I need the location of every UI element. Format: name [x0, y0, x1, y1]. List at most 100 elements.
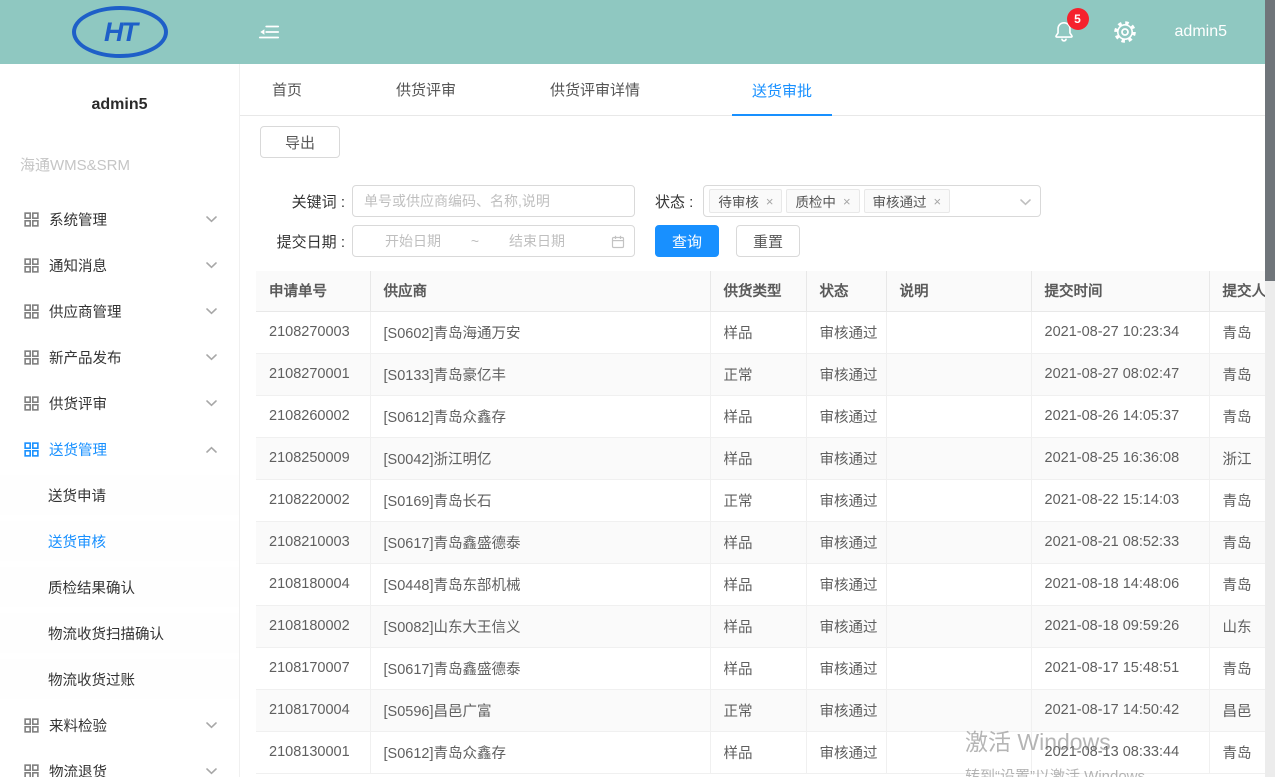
tab-supply-review[interactable]: 供货评审	[394, 79, 458, 115]
table-row[interactable]: 2108180002 [S0082]山东大王信义 样品 审核通过 2021-08…	[256, 605, 1275, 647]
cell-order-no: 2108270001	[256, 353, 370, 395]
cell-note	[886, 605, 1031, 647]
logo-text: HT	[104, 17, 136, 48]
cell-order-no: 2108180002	[256, 605, 370, 647]
notification-bell-icon[interactable]: 5	[1053, 20, 1075, 44]
cell-note	[886, 479, 1031, 521]
sidebar-subitem-delivery-application[interactable]: 送货申请	[0, 475, 239, 515]
col-submit-time: 提交时间	[1031, 271, 1209, 311]
cell-supply-type: 样品	[710, 311, 806, 353]
main-content: 首页 供货评审 供货评审详情 送货审批 导出 关键词 : 状态 : 待审核 × …	[240, 64, 1275, 777]
header-username[interactable]: admin5	[1175, 23, 1227, 41]
tab-delivery-approval[interactable]: 送货审批	[732, 80, 832, 116]
table-row[interactable]: 2108180004 [S0448]青岛东部机械 样品 审核通过 2021-08…	[256, 563, 1275, 605]
cell-note	[886, 731, 1031, 773]
settings-gear-icon[interactable]	[1113, 20, 1137, 44]
table-row[interactable]: 2108170007 [S0617]青岛鑫盛德泰 样品 审核通过 2021-08…	[256, 647, 1275, 689]
cell-order-no: 2108250009	[256, 437, 370, 479]
status-tag: 待审核 ×	[709, 189, 782, 213]
table-row[interactable]: 2108270001 [S0133]青岛豪亿丰 正常 审核通过 2021-08-…	[256, 353, 1275, 395]
reset-button[interactable]: 重置	[736, 225, 800, 257]
cell-supply-type: 样品	[710, 647, 806, 689]
cell-supplier: [S0082]山东大王信义	[370, 605, 710, 647]
cell-order-no: 2108220002	[256, 479, 370, 521]
date-range-picker[interactable]: ~	[352, 225, 635, 257]
cell-supply-type: 正常	[710, 479, 806, 521]
sidebar-item-logistics-return[interactable]: 物流退货	[0, 751, 239, 777]
export-button[interactable]: 导出	[260, 126, 340, 158]
cell-order-no: 2108170004	[256, 689, 370, 731]
notification-badge: 5	[1068, 9, 1088, 29]
cell-supplier: [S0169]青岛长石	[370, 479, 710, 521]
sidebar-item-supplier-management[interactable]: 供应商管理	[0, 291, 239, 331]
window-scrollbar[interactable]	[1265, 0, 1275, 777]
cell-status: 审核通过	[806, 563, 886, 605]
results-table: 申请单号 供应商 供货类型 状态 说明 提交时间 提交人 2108270003 …	[256, 271, 1275, 774]
sidebar-subitem-delivery-review[interactable]: 送货审核	[0, 521, 239, 561]
tab-home[interactable]: 首页	[270, 79, 304, 115]
grid-icon	[24, 258, 39, 273]
cell-note	[886, 521, 1031, 563]
cell-order-no: 2108270003	[256, 311, 370, 353]
start-date-input[interactable]	[361, 233, 465, 249]
cell-supplier: [S0596]昌邑广富	[370, 689, 710, 731]
sidebar-menu: 系统管理 通知消息 供应商管理 新产品发布 供货评审 送货管理	[0, 199, 239, 777]
cell-submit-time: 2021-08-13 08:33:44	[1031, 731, 1209, 773]
tab-supply-review-detail[interactable]: 供货评审详情	[548, 79, 642, 115]
sidebar-item-system-management[interactable]: 系统管理	[0, 199, 239, 239]
sidebar-system-title: 海通WMS&SRM	[20, 154, 239, 175]
sidebar-item-supply-review[interactable]: 供货评审	[0, 383, 239, 423]
sidebar-subitem-qc-result-confirm[interactable]: 质检结果确认	[0, 567, 239, 607]
cell-note	[886, 311, 1031, 353]
table-row[interactable]: 2108130001 [S0612]青岛众鑫存 样品 审核通过 2021-08-…	[256, 731, 1275, 773]
grid-icon	[24, 442, 39, 457]
sidebar-item-incoming-inspection[interactable]: 来料检验	[0, 705, 239, 745]
table-row[interactable]: 2108260002 [S0612]青岛众鑫存 样品 审核通过 2021-08-…	[256, 395, 1275, 437]
menu-fold-icon[interactable]	[258, 21, 280, 43]
search-button[interactable]: 查询	[655, 225, 719, 257]
sidebar-item-new-product-release[interactable]: 新产品发布	[0, 337, 239, 377]
cell-note	[886, 437, 1031, 479]
cell-submit-time: 2021-08-21 08:52:33	[1031, 521, 1209, 563]
cell-status: 审核通过	[806, 311, 886, 353]
status-tag: 审核通过 ×	[864, 189, 951, 213]
cell-submit-time: 2021-08-17 14:50:42	[1031, 689, 1209, 731]
sidebar-subitem-logistics-receipt-scan-confirm[interactable]: 物流收货扫描确认	[0, 613, 239, 653]
sidebar-item-delivery-management[interactable]: 送货管理	[0, 429, 239, 469]
cell-submit-time: 2021-08-17 15:48:51	[1031, 647, 1209, 689]
status-multiselect[interactable]: 待审核 × 质检中 × 审核通过 ×	[703, 185, 1041, 217]
sidebar-subitem-logistics-receipt-posting[interactable]: 物流收货过账	[0, 659, 239, 699]
table-row[interactable]: 2108250009 [S0042]浙江明亿 样品 审核通过 2021-08-2…	[256, 437, 1275, 479]
end-date-input[interactable]	[485, 233, 589, 249]
table-row[interactable]: 2108170004 [S0596]昌邑广富 正常 审核通过 2021-08-1…	[256, 689, 1275, 731]
grid-icon	[24, 396, 39, 411]
sidebar-item-notifications[interactable]: 通知消息	[0, 245, 239, 285]
cell-status: 审核通过	[806, 395, 886, 437]
cell-supplier: [S0617]青岛鑫盛德泰	[370, 647, 710, 689]
scrollbar-thumb[interactable]	[1265, 0, 1275, 281]
cell-note	[886, 563, 1031, 605]
calendar-icon	[611, 235, 625, 249]
sidebar-username: admin5	[0, 96, 239, 114]
cell-supplier: [S0042]浙江明亿	[370, 437, 710, 479]
cell-supplier: [S0617]青岛鑫盛德泰	[370, 521, 710, 563]
chevron-up-icon	[206, 446, 217, 453]
tag-close-icon[interactable]: ×	[934, 194, 942, 209]
table-row[interactable]: 2108210003 [S0617]青岛鑫盛德泰 样品 审核通过 2021-08…	[256, 521, 1275, 563]
grid-icon	[24, 304, 39, 319]
cell-supplier: [S0612]青岛众鑫存	[370, 731, 710, 773]
cell-submit-time: 2021-08-27 10:23:34	[1031, 311, 1209, 353]
select-chevron-down-icon[interactable]	[1020, 199, 1031, 206]
sidebar: admin5 海通WMS&SRM 系统管理 通知消息 供应商管理 新产品发布 供…	[0, 64, 240, 777]
cell-order-no: 2108170007	[256, 647, 370, 689]
table-row[interactable]: 2108270003 [S0602]青岛海通万安 样品 审核通过 2021-08…	[256, 311, 1275, 353]
table-row[interactable]: 2108220002 [S0169]青岛长石 正常 审核通过 2021-08-2…	[256, 479, 1275, 521]
tab-bar: 首页 供货评审 供货评审详情 送货审批	[240, 64, 1275, 116]
tag-close-icon[interactable]: ×	[766, 194, 774, 209]
tag-close-icon[interactable]: ×	[843, 194, 851, 209]
company-logo: HT	[72, 6, 168, 58]
grid-icon	[24, 764, 39, 777]
cell-order-no: 2108210003	[256, 521, 370, 563]
date-separator: ~	[465, 233, 485, 249]
keyword-input[interactable]	[352, 185, 635, 217]
